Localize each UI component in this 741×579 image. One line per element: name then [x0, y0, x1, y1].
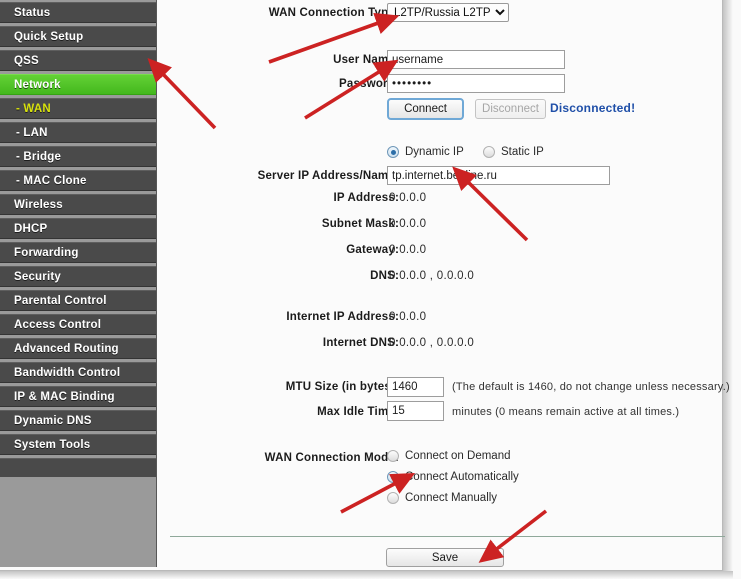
sidebar-item-label: Access Control	[14, 319, 102, 331]
sidebar-item-wireless[interactable]: Wireless	[0, 194, 156, 215]
sidebar-item-label: Forwarding	[14, 247, 79, 259]
sidebar-item-dhcp[interactable]: DHCP	[0, 218, 156, 239]
server-ip-input[interactable]	[387, 166, 610, 185]
dynamic-ip-radio-option[interactable]: Dynamic IP	[387, 146, 464, 158]
sidebar-item-label: Advanced Routing	[14, 343, 119, 355]
sidebar-item-label: - MAC Clone	[16, 175, 87, 187]
info-row-label: Subnet Mask:	[321, 218, 399, 230]
sidebar-item-label: IP & MAC Binding	[14, 391, 115, 403]
sidebar-item-qss[interactable]: QSS	[0, 50, 156, 71]
sidebar-item-label: Quick Setup	[14, 31, 84, 43]
sidebar-item-security[interactable]: Security	[0, 266, 156, 287]
connection-mode-radio[interactable]	[387, 492, 399, 504]
info-row-label: Internet DNS:	[322, 337, 399, 349]
sidebar-item-label: - WAN	[16, 103, 51, 115]
save-button[interactable]: Save	[386, 548, 504, 567]
connection-mode-option[interactable]: Connect Automatically	[387, 471, 519, 483]
sidebar-item-wan[interactable]: - WAN	[0, 98, 156, 119]
sidebar: Status Quick Setup QSS Network - WAN - LAN - B…	[0, 0, 157, 567]
mtu-size-hint: (The default is 1460, do not change unle…	[452, 381, 730, 393]
sidebar-item-label: DHCP	[14, 223, 48, 235]
sidebar-item-label: - Bridge	[16, 151, 62, 163]
sidebar-item-bridge[interactable]: - Bridge	[0, 146, 156, 167]
wan-connection-mode-label: WAN Connection Mode:	[264, 452, 399, 464]
info-row-value: 0.0.0.0	[389, 218, 427, 230]
sidebar-item-bandwidth-control[interactable]: Bandwidth Control	[0, 362, 156, 383]
connection-mode-radio[interactable]	[387, 450, 399, 462]
sidebar-item-lan[interactable]: - LAN	[0, 122, 156, 143]
password-input[interactable]	[387, 74, 565, 93]
sidebar-item-label: Security	[14, 271, 61, 283]
info-row-value: 0.0.0.0 , 0.0.0.0	[389, 337, 475, 349]
sidebar-item-label: Status	[14, 7, 51, 19]
section-divider	[170, 536, 725, 537]
sidebar-item-parental-control[interactable]: Parental Control	[0, 290, 156, 311]
info-row-label: Gateway:	[346, 244, 399, 256]
sidebar-item-status[interactable]: Status	[0, 2, 156, 23]
info-row-label: IP Address:	[333, 192, 399, 204]
user-name-label: User Name:	[333, 54, 399, 66]
connection-mode-label: Connect on Demand	[405, 450, 511, 462]
mtu-size-input[interactable]	[387, 377, 444, 397]
connection-mode-option[interactable]: Connect Manually	[387, 492, 497, 504]
static-ip-radio-option[interactable]: Static IP	[483, 146, 544, 158]
connect-button[interactable]: Connect	[387, 98, 464, 120]
connection-mode-label: Connect Manually	[405, 492, 498, 504]
router-admin-screenshot: Status Quick Setup QSS Network - WAN - LAN - B…	[0, 0, 741, 579]
sidebar-item-label: - LAN	[16, 127, 48, 139]
sidebar-item-label: Wireless	[14, 199, 63, 211]
sidebar-item-label: Network	[14, 79, 61, 91]
sidebar-menu: Status Quick Setup QSS Network - WAN - LAN - B…	[0, 2, 156, 458]
max-idle-time-input[interactable]	[387, 401, 444, 421]
info-row-label: DNS:	[370, 270, 399, 282]
connection-mode-label: Connect Automatically	[405, 471, 519, 483]
password-label: Password:	[339, 78, 399, 90]
sidebar-item-forwarding[interactable]: Forwarding	[0, 242, 156, 263]
wan-connection-type-label: WAN Connection Type:	[268, 7, 399, 19]
sidebar-item-label: Bandwidth Control	[14, 367, 121, 379]
disconnect-button[interactable]: Disconnect	[475, 99, 546, 119]
max-idle-time-label: Max Idle Time:	[317, 406, 399, 418]
sidebar-item-label: Parental Control	[14, 295, 107, 307]
sidebar-item-system-tools[interactable]: System Tools	[0, 434, 156, 455]
server-ip-label: Server IP Address/Name:	[257, 170, 399, 182]
wan-connection-type-select[interactable]: L2TP/Russia L2TP	[387, 3, 509, 22]
mtu-size-label: MTU Size (in bytes):	[285, 381, 399, 393]
connection-mode-radio[interactable]	[387, 471, 399, 483]
info-row-value: 0.0.0.0	[389, 311, 427, 323]
sidebar-item-mac-clone[interactable]: - MAC Clone	[0, 170, 156, 191]
static-ip-radio[interactable]	[483, 146, 495, 158]
sidebar-item-advanced-routing[interactable]: Advanced Routing	[0, 338, 156, 359]
info-row-value: 0.0.0.0	[389, 244, 427, 256]
sidebar-item-quick-setup[interactable]: Quick Setup	[0, 26, 156, 47]
info-row-label: Internet IP Address:	[286, 311, 399, 323]
main-content: WAN Connection Type: L2TP/Russia L2TP Us…	[158, 0, 741, 571]
sidebar-item-label: QSS	[14, 55, 39, 67]
dynamic-ip-radio[interactable]	[387, 146, 399, 158]
max-idle-time-hint: minutes (0 means remain active at all ti…	[452, 406, 680, 418]
dynamic-ip-label: Dynamic IP	[405, 146, 464, 158]
user-name-input[interactable]	[387, 50, 565, 69]
sidebar-item-ip-mac-binding[interactable]: IP & MAC Binding	[0, 386, 156, 407]
sidebar-item-label: Dynamic DNS	[14, 415, 92, 427]
info-row-value: 0.0.0.0	[389, 192, 427, 204]
sidebar-item-network[interactable]: Network	[0, 74, 156, 95]
static-ip-label: Static IP	[501, 146, 544, 158]
sidebar-item-access-control[interactable]: Access Control	[0, 314, 156, 335]
connection-status-text: Disconnected!	[550, 101, 636, 115]
info-row-value: 0.0.0.0 , 0.0.0.0	[389, 270, 475, 282]
connection-mode-option[interactable]: Connect on Demand	[387, 450, 510, 462]
sidebar-item-dynamic-dns[interactable]: Dynamic DNS	[0, 410, 156, 431]
frame-shadow-bottom	[0, 571, 733, 579]
sidebar-menu-tail	[0, 458, 156, 477]
sidebar-item-label: System Tools	[14, 439, 91, 451]
